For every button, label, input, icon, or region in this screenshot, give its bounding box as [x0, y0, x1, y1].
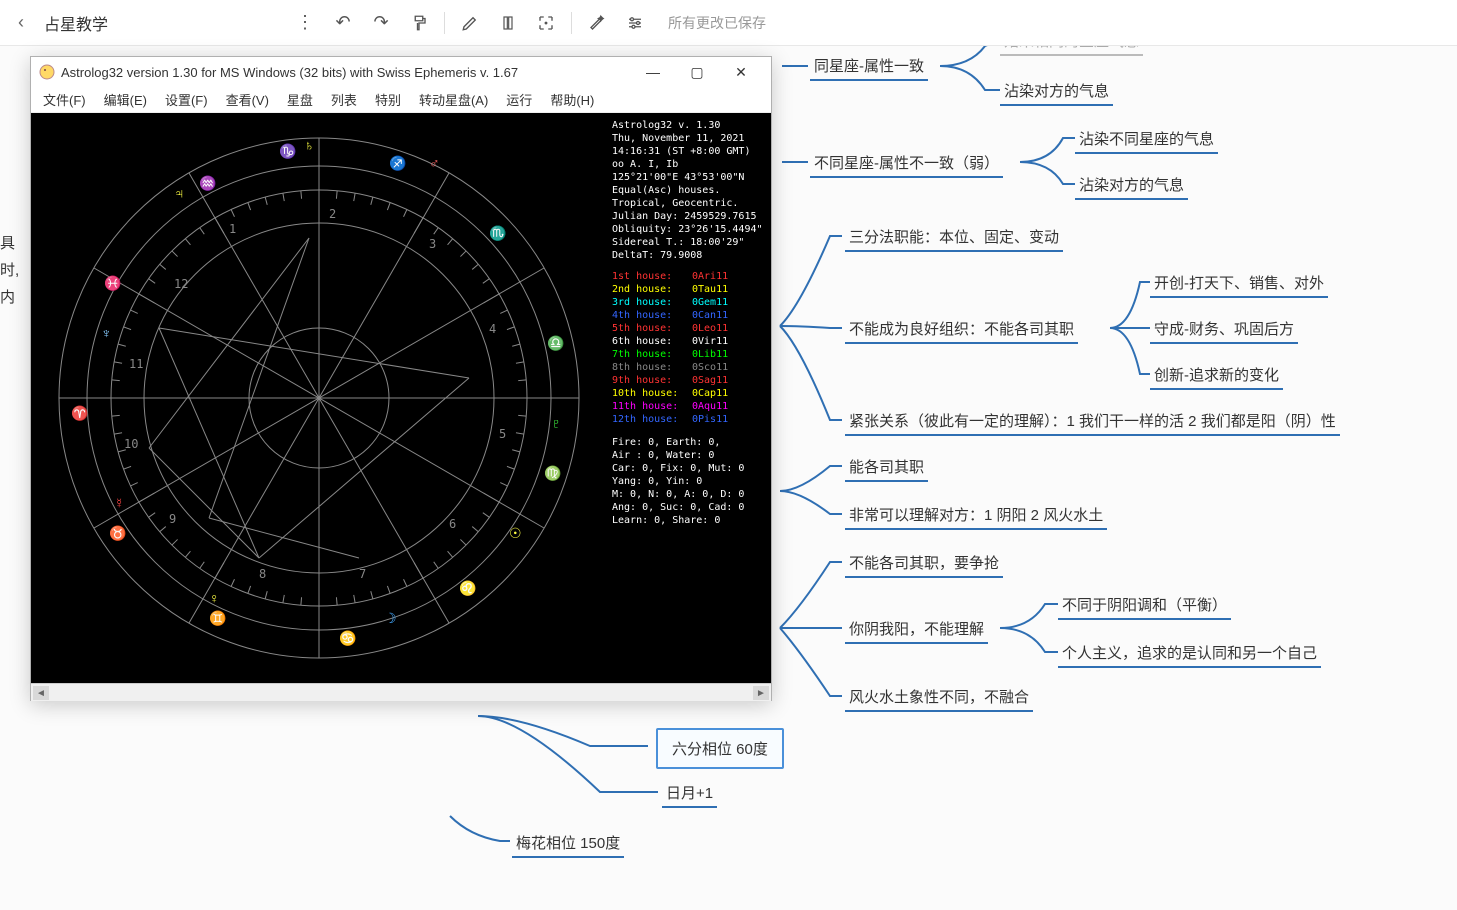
menu-view[interactable]: 查看(V) — [220, 88, 275, 111]
svg-text:♈: ♈ — [71, 405, 88, 422]
svg-text:♇: ♇ — [551, 415, 562, 431]
svg-text:6: 6 — [449, 517, 456, 531]
menu-help[interactable]: 帮助(H) — [544, 88, 600, 111]
topbar: ‹ 占星教学 ⋮ ↶ ↷ 所有更改已保存 — [0, 0, 1457, 46]
menu-list[interactable]: 列表 — [325, 88, 363, 111]
svg-text:♂: ♂ — [429, 155, 440, 171]
svg-text:8: 8 — [259, 567, 266, 581]
page-title: 占星教学 — [44, 11, 108, 35]
more-icon[interactable]: ⋮ — [288, 6, 322, 40]
svg-text:♆: ♆ — [101, 325, 112, 341]
undo-icon[interactable]: ↶ — [326, 6, 360, 40]
menu-run[interactable]: 运行 — [500, 88, 538, 111]
svg-text:7: 7 — [359, 567, 366, 581]
minimize-button[interactable]: — — [631, 58, 675, 86]
node-bad-org-child-2[interactable]: 创新-追求新的变化 — [1150, 362, 1283, 387]
svg-text:11: 11 — [129, 357, 143, 371]
svg-text:♉: ♉ — [109, 525, 126, 542]
svg-text:2: 2 — [329, 207, 336, 221]
node-quincunx[interactable]: 梅花相位 150度 — [512, 830, 624, 855]
svg-text:♓: ♓ — [104, 275, 121, 292]
svg-text:12: 12 — [174, 277, 188, 291]
node-compete[interactable]: 不能各司其职，要争抢 — [845, 550, 1003, 575]
node-diff-sign-child-1[interactable]: 沾染对方的气息 — [1075, 172, 1188, 197]
node-bad-org-child-1[interactable]: 守成-财务、巩固后方 — [1150, 316, 1298, 341]
svg-text:☽: ☽ — [384, 610, 397, 626]
scroll-left-icon[interactable]: ◄ — [33, 686, 49, 700]
brush-icon[interactable] — [453, 6, 487, 40]
menu-special[interactable]: 特别 — [369, 88, 407, 111]
save-status: 所有更改已保存 — [668, 13, 766, 33]
svg-text:♍: ♍ — [544, 465, 561, 482]
svg-text:♌: ♌ — [459, 580, 476, 597]
svg-text:♄: ♄ — [304, 137, 315, 153]
close-button[interactable]: ✕ — [719, 58, 763, 86]
menu-file[interactable]: 文件(F) — [37, 88, 92, 111]
node-yinyang-child-1[interactable]: 个人主义，追求的是认同和另一个自己 — [1058, 640, 1321, 665]
svg-text:♊: ♊ — [209, 610, 226, 627]
app-icon — [39, 64, 55, 80]
left-clipped-text: 具 时, 内 — [0, 226, 28, 313]
svg-text:4: 4 — [489, 322, 496, 336]
svg-text:9: 9 — [169, 512, 176, 526]
back-button[interactable]: ‹ — [10, 8, 32, 37]
window-titlebar[interactable]: Astrolog32 version 1.30 for MS Windows (… — [31, 57, 771, 87]
node-understand[interactable]: 非常可以理解对方：1 阴阳 2 风火水土 — [845, 502, 1107, 527]
window-menubar: 文件(F) 编辑(E) 设置(F) 查看(V) 星盘 列表 特别 转动星盘(A)… — [31, 87, 771, 113]
svg-text:♑: ♑ — [279, 143, 296, 160]
svg-text:♀: ♀ — [209, 590, 220, 606]
node-threefold[interactable]: 三分法职能：本位、固定、变动 — [845, 224, 1063, 249]
redo-icon[interactable]: ↷ — [364, 6, 398, 40]
node-diff-sign-child-0[interactable]: 沾染不同星座的气息 — [1075, 126, 1218, 151]
focus-icon[interactable] — [529, 6, 563, 40]
menu-settings[interactable]: 设置(F) — [159, 88, 214, 111]
node-same-sign-child-1[interactable]: 沾染对方的气息 — [1000, 78, 1113, 103]
node-sun-moon[interactable]: 日月+1 — [662, 780, 717, 805]
horizontal-scrollbar[interactable]: ◄ ► — [31, 683, 771, 701]
astrolog-sidebar: Astrolog32 v. 1.30 Thu, November 11, 202… — [606, 113, 771, 683]
toolbar-group: ⋮ ↶ ↷ — [288, 6, 652, 40]
svg-text:☉: ☉ — [509, 525, 522, 541]
node-same-sign[interactable]: 同星座-属性一致 — [810, 53, 928, 78]
svg-text:☿: ☿ — [114, 495, 125, 511]
window-title: Astrolog32 version 1.30 for MS Windows (… — [61, 65, 518, 80]
node-capable[interactable]: 能各司其职 — [845, 454, 928, 479]
svg-text:♏: ♏ — [489, 225, 506, 242]
menu-edit[interactable]: 编辑(E) — [98, 88, 153, 111]
menu-transit[interactable]: 转动星盘(A) — [413, 88, 494, 111]
svg-text:10: 10 — [124, 437, 138, 451]
node-bad-org-child-0[interactable]: 开创-打天下、销售、对外 — [1150, 270, 1328, 295]
format-painter-icon[interactable] — [402, 6, 436, 40]
node-sextile-boxed[interactable]: 六分相位 60度 — [656, 728, 784, 769]
svg-text:5: 5 — [499, 427, 506, 441]
svg-text:♎: ♎ — [547, 335, 564, 352]
natal-chart-svg: 1211 12 34 56 78 910 ♑ ♐ ♏ ♎ ♍ ♌ — [31, 113, 608, 683]
node-yinyang-child-0[interactable]: 不同于阴阳调和（平衡） — [1058, 592, 1231, 617]
scroll-right-icon[interactable]: ► — [753, 686, 769, 700]
svg-text:♋: ♋ — [339, 630, 356, 647]
node-tension[interactable]: 紧张关系（彼此有一定的理解）：1 我们干一样的活 2 我们都是阳（阴）性 — [845, 408, 1340, 433]
magic-icon[interactable] — [580, 6, 614, 40]
node-bad-org[interactable]: 不能成为良好组织：不能各司其职 — [845, 316, 1078, 341]
svg-text:♃: ♃ — [174, 185, 185, 201]
mindmap-canvas[interactable]: 具 时, 内 同星座-属性一致 始末相同的星座气息 沾染对方的气 — [0, 46, 1457, 910]
sliders-icon[interactable] — [618, 6, 652, 40]
astrolog-window: Astrolog32 version 1.30 for MS Windows (… — [30, 56, 772, 701]
maximize-button[interactable]: ▢ — [675, 58, 719, 86]
node-diff-sign[interactable]: 不同星座-属性不一致（弱） — [810, 150, 1003, 175]
svg-text:♒: ♒ — [199, 175, 216, 192]
svg-text:1: 1 — [229, 222, 236, 236]
node-elements[interactable]: 风火水土象性不同，不融合 — [845, 684, 1033, 709]
node-yinyang[interactable]: 你阴我阳，不能理解 — [845, 616, 988, 641]
svg-text:♐: ♐ — [389, 155, 406, 172]
astrolog-chart-body: 1211 12 34 56 78 910 ♑ ♐ ♏ ♎ ♍ ♌ — [31, 113, 771, 683]
bookmark-icon[interactable] — [491, 6, 525, 40]
menu-chart[interactable]: 星盘 — [281, 88, 319, 111]
svg-text:3: 3 — [429, 237, 436, 251]
